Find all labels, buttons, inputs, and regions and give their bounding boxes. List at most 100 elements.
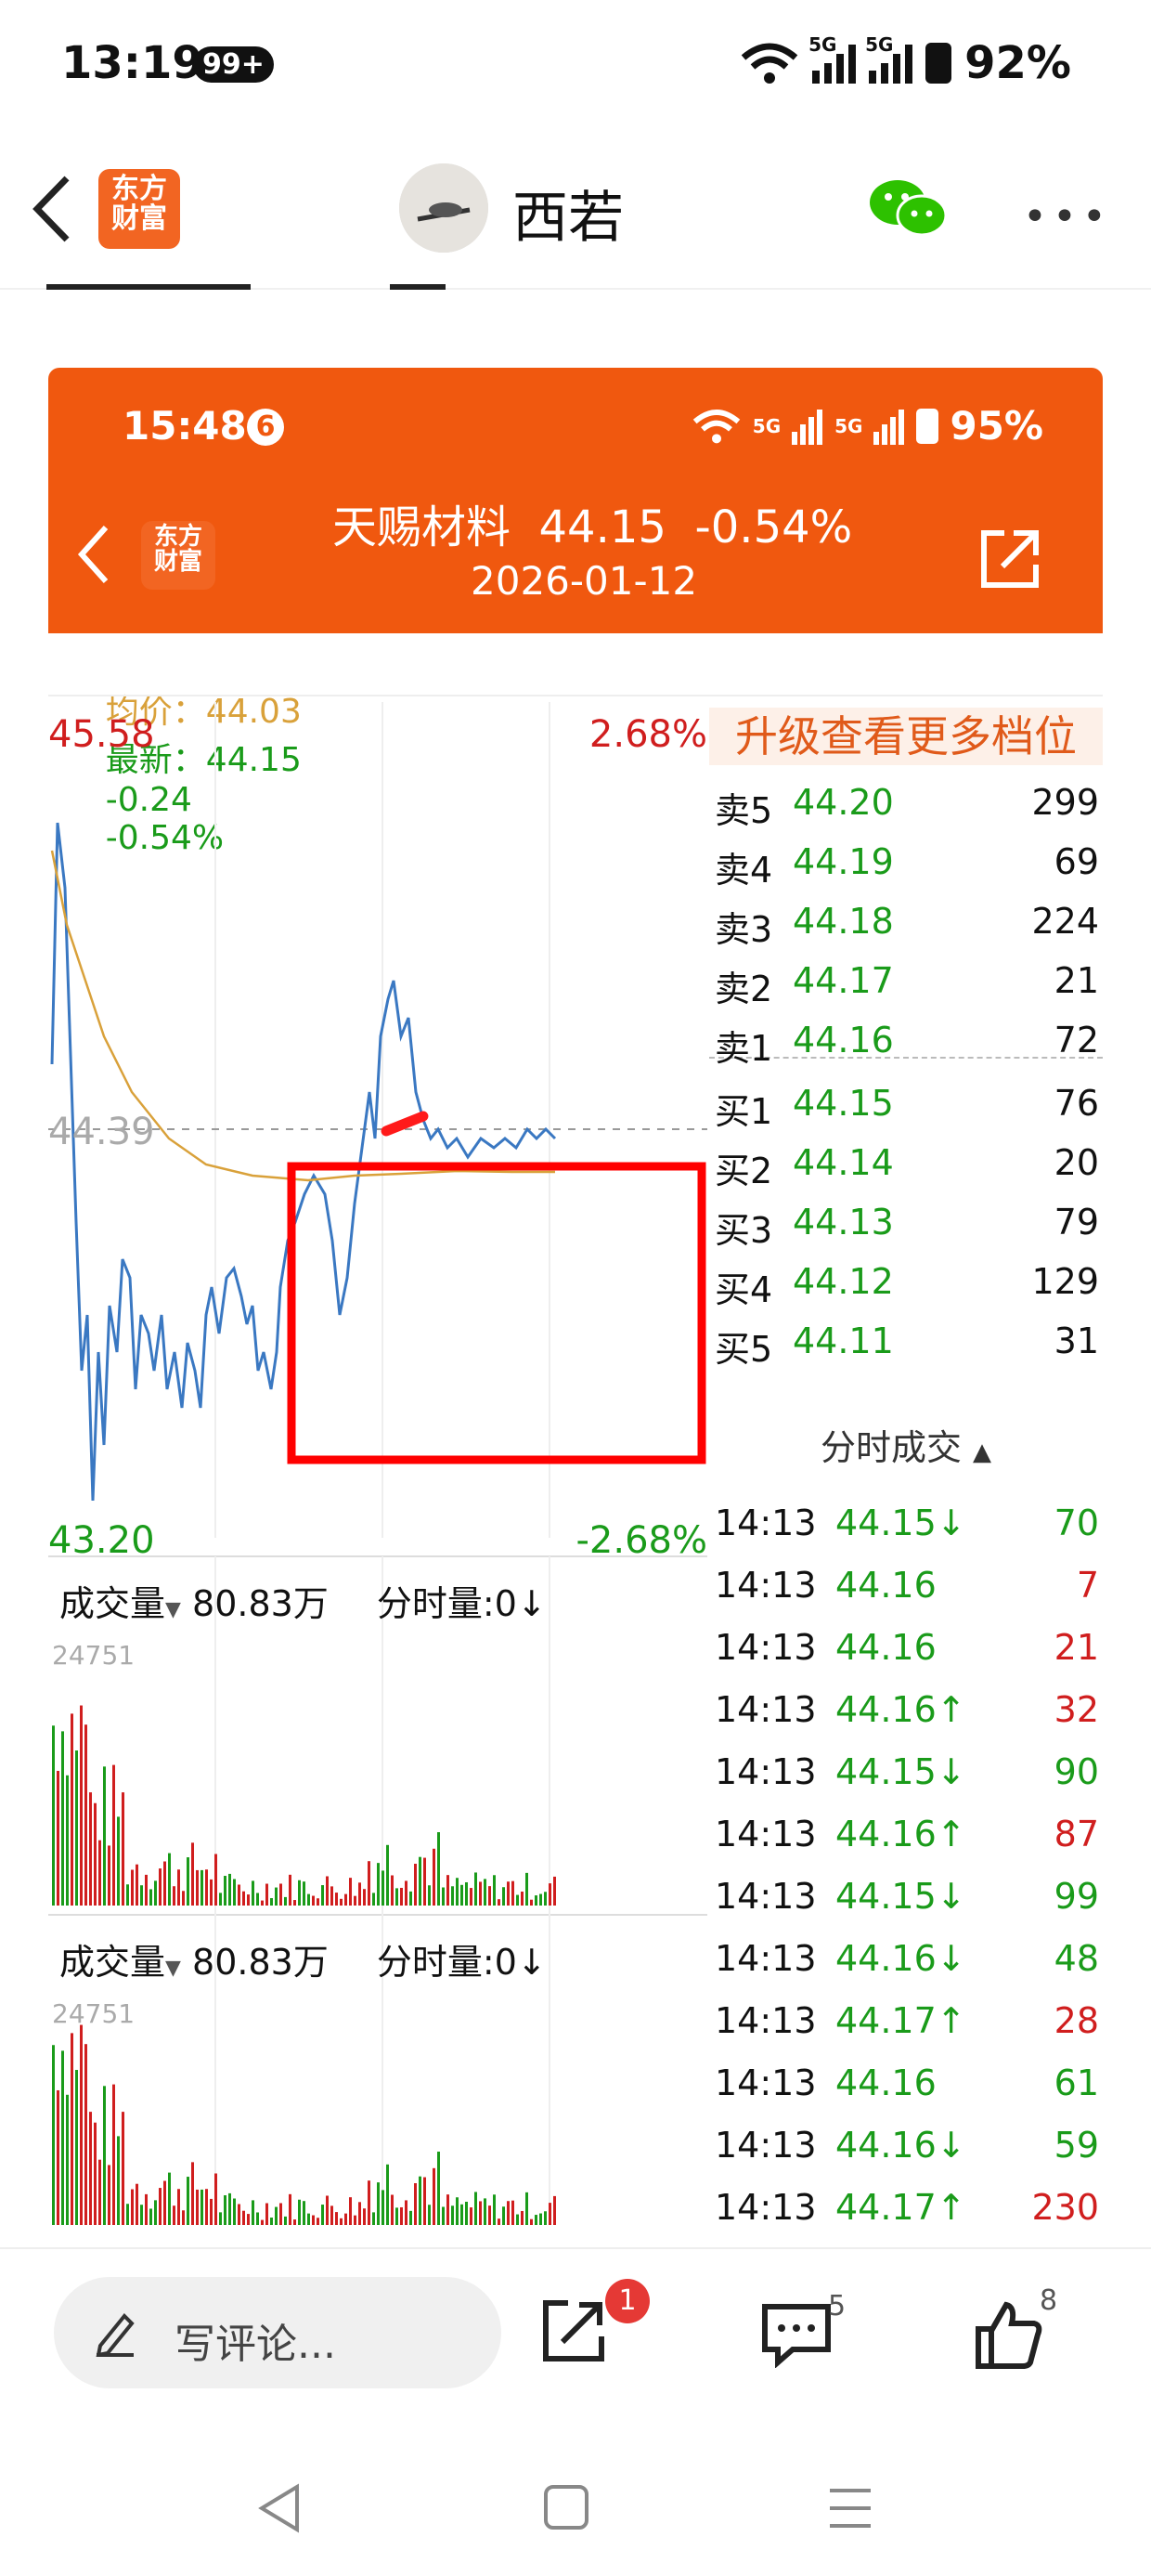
trade-row: 14:13 44.16 21 [709, 1627, 1103, 1679]
volume-bar [145, 2193, 148, 2225]
y-mid-label: 44.39 [48, 1111, 155, 1153]
trade-time: 14:13 [715, 2187, 817, 2225]
volume-bar [182, 2210, 185, 2225]
volume-label-2[interactable]: 成交量 [59, 1942, 165, 1983]
nav-back-icon[interactable] [256, 2483, 303, 2533]
bid-row: 买4 44.12 129 [709, 1261, 1103, 1313]
volume-bar [521, 1891, 524, 1906]
volume-bar [419, 1856, 421, 1906]
volume-bar [437, 1832, 440, 1906]
volume-bar [317, 2218, 319, 2225]
wifi-icon [741, 43, 798, 84]
trade-time: 14:13 [715, 1814, 817, 1854]
volume-bar [196, 2189, 199, 2225]
dropdown-icon[interactable]: ▼ [165, 1598, 181, 1621]
volume-bar [368, 2180, 370, 2225]
nav-menu-icon[interactable] [826, 2485, 874, 2531]
volume-bar [52, 2045, 55, 2225]
volume-bar [433, 2167, 435, 2225]
volume-bar [265, 1883, 268, 1906]
volume-bar [256, 2212, 259, 2225]
bid-label: 买5 [715, 1329, 773, 1370]
volume-bar [136, 2183, 138, 2225]
volume-bar [479, 2201, 482, 2225]
volume-bar [391, 1875, 394, 1906]
intraday-chart[interactable]: 45.58 2.68% 44.39 43.20 -2.68% 成交量▼ 80.8… [48, 702, 707, 2225]
ask-label: 卖3 [715, 909, 773, 950]
snap-wifi-icon [692, 409, 741, 443]
volume-bar [539, 1893, 542, 1906]
volume-bar [140, 1885, 143, 1906]
volume-bar [423, 2177, 426, 2225]
share-button-icon[interactable] [540, 2296, 609, 2364]
volume-bar [507, 2201, 510, 2225]
trade-qty: 59 [1054, 2125, 1099, 2166]
trades-header[interactable]: 分时成交 ▲ [709, 1419, 1103, 1470]
upgrade-banner[interactable]: 升级查看更多档位 [709, 708, 1103, 765]
y-high-pct-label: 2.68% [588, 713, 707, 756]
volume-bar [219, 1893, 222, 1906]
avatar[interactable] [399, 163, 488, 253]
volume-bar [307, 1893, 310, 1906]
volume-bar [108, 2165, 110, 2225]
volume-bar [386, 2164, 389, 2225]
volume-bar [312, 1895, 315, 1906]
bid-qty: 129 [1031, 1261, 1099, 1302]
volume-bar [386, 1844, 389, 1906]
volume-bar [326, 2195, 329, 2225]
bid-price: 44.14 [793, 1142, 894, 1183]
volume-bar [187, 2177, 189, 2225]
volume-bar [177, 1869, 180, 1906]
dropdown-icon-2[interactable]: ▼ [165, 1957, 181, 1980]
trade-row: 14:13 44.17↑ 230 [709, 2187, 1103, 2225]
volume-bar [335, 2212, 338, 2225]
like-icon[interactable] [973, 2299, 1043, 2370]
volume-bar [122, 2112, 124, 2225]
comments-count: 5 [828, 2290, 847, 2322]
volume-bar [252, 1880, 254, 1906]
more-icon[interactable]: ••• [1023, 193, 1112, 241]
volume-bar [544, 1892, 547, 1906]
stock-screenshot[interactable]: 15:48 6 5G 5G 95% 东方 财富 天赐材料 44.15 -0.54%… [48, 368, 1103, 2225]
y-low-label: 43.20 [48, 1519, 155, 1562]
volume-bar [414, 2183, 417, 2225]
nav-home-icon[interactable] [542, 2483, 590, 2531]
trade-row: 14:13 44.16↓ 59 [709, 2125, 1103, 2177]
volume-bar [423, 1857, 426, 1906]
back-icon[interactable] [32, 175, 72, 243]
volume-label[interactable]: 成交量 [59, 1583, 165, 1624]
volume-bar [479, 1881, 482, 1906]
volume-total-2: 80.83万 [192, 1942, 329, 1983]
bid-label: 买3 [715, 1210, 773, 1251]
volume-bar [224, 2195, 226, 2225]
volume-bar [71, 2033, 73, 2225]
trade-qty: 7 [1076, 1565, 1099, 1606]
bid-label: 买1 [715, 1091, 773, 1132]
comments-icon[interactable] [759, 2301, 834, 2368]
volume-bar [470, 1888, 472, 1906]
y-high-label: 45.58 [48, 713, 155, 756]
trade-row: 14:13 44.15↓ 99 [709, 1876, 1103, 1928]
wechat-icon[interactable] [868, 176, 948, 240]
volume-bar [191, 2162, 194, 2225]
volume-header-2: 成交量▼ 80.83万 分时量:0↓ [59, 1933, 547, 1984]
volume-bar [182, 1891, 185, 1906]
volume-bar [233, 2198, 236, 2225]
comment-input[interactable]: 写评论... [54, 2277, 501, 2388]
volume-bar [98, 1840, 101, 1906]
volume-bar [530, 1899, 533, 1906]
volume-bar [539, 2213, 542, 2225]
volume-bar [549, 2203, 551, 2225]
status-bar: 13:19 99+ 5G 5G 92% [0, 0, 1151, 139]
volume-bar [511, 2200, 514, 2225]
trade-qty: 230 [1031, 2187, 1099, 2225]
volume-bar [131, 1869, 134, 1906]
volume-bar [61, 1731, 64, 1906]
bid-price: 44.13 [793, 1202, 894, 1242]
volume-bar [52, 1725, 55, 1906]
trade-price: 44.16 [835, 1565, 937, 1606]
trade-time: 14:13 [715, 1938, 817, 1979]
volume-bar [391, 2194, 394, 2225]
bid-price: 44.11 [793, 1321, 894, 1361]
battery-icon [925, 43, 952, 84]
